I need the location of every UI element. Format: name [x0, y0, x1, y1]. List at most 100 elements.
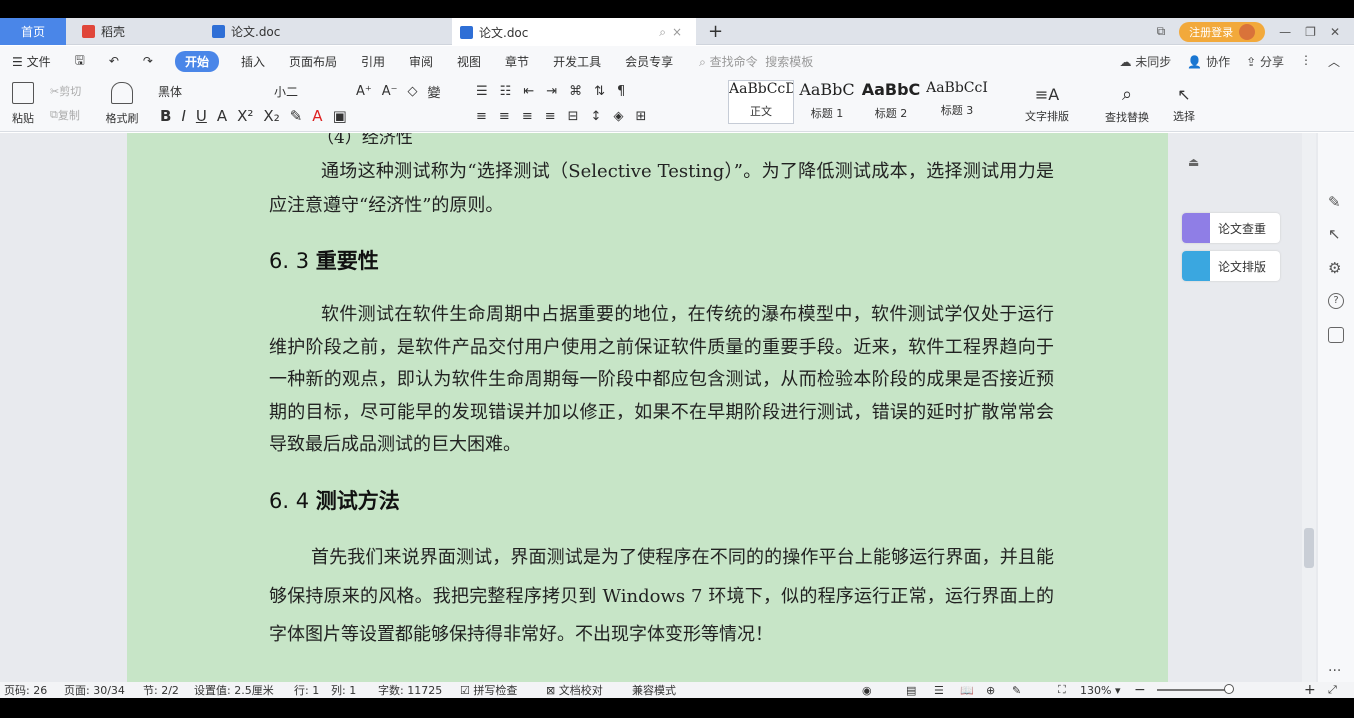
share-button[interactable]: ⇪ 分享 [1246, 53, 1284, 70]
tab-start[interactable]: 开始 [174, 50, 219, 72]
zoom-slider-track[interactable] [1157, 689, 1229, 691]
reading-view-icon[interactable]: 📖 [960, 684, 974, 697]
numbering-icon[interactable]: ☷ [500, 84, 512, 99]
style-heading-3[interactable]: AaBbCcI 标题 3 [924, 80, 990, 124]
chinese-layout-icon[interactable]: ⌘ [569, 84, 582, 99]
pointer-icon[interactable]: ↖ [1328, 225, 1344, 243]
eye-protect-icon[interactable]: ◉ [862, 684, 872, 697]
fit-page-icon[interactable]: ⛶ [1058, 683, 1066, 697]
spell-check-button[interactable]: ☑ 拼写检查 [460, 682, 517, 698]
align-left-icon[interactable]: ≡ [476, 109, 487, 124]
distribute-icon[interactable]: ⊟ [568, 109, 579, 124]
select-button[interactable]: ↖ 选择 [1164, 80, 1204, 128]
tab-daoke[interactable]: 稻壳 [74, 18, 192, 45]
text-layout-button[interactable]: ≡A 文字排版 [1016, 80, 1078, 128]
status-page[interactable]: 页面: 30/34 [64, 682, 125, 698]
bold-icon[interactable]: B [160, 107, 171, 125]
grow-font-icon[interactable]: A⁺ [356, 84, 372, 99]
sort-icon[interactable]: ⇅ [594, 84, 605, 99]
close-window-icon[interactable]: ✕ [1330, 25, 1340, 39]
subscript-icon[interactable]: X₂ [263, 107, 279, 125]
font-color-icon[interactable]: A [312, 107, 322, 125]
tab-review[interactable]: 审阅 [397, 53, 445, 70]
strikethrough-icon[interactable]: A [217, 107, 227, 125]
superscript-icon[interactable]: X² [237, 107, 253, 125]
zoom-out-button[interactable]: − [1134, 682, 1146, 698]
tab-chapter[interactable]: 章节 [493, 53, 541, 70]
new-tab-button[interactable]: + [708, 21, 723, 42]
document-page[interactable]: （4）经济性 通场这种测试称为“选择测试（Selective Testing）”… [127, 133, 1168, 682]
undo-icon[interactable]: ↶ [97, 54, 131, 68]
status-words[interactable]: 字数: 11725 [378, 682, 442, 698]
justify-icon[interactable]: ≡ [545, 109, 556, 124]
save-icon[interactable]: 🖫 [63, 51, 97, 72]
find-replace-button[interactable]: ⌕ 查找替换 [1096, 80, 1158, 128]
outline-view-icon[interactable]: ☰ [934, 684, 944, 697]
outdent-icon[interactable]: ⇤ [523, 84, 534, 99]
image-icon[interactable] [1328, 327, 1344, 343]
shading-icon[interactable]: ◈ [613, 109, 623, 124]
shrink-font-icon[interactable]: A⁻ [382, 84, 398, 99]
close-tab-icon[interactable]: × [672, 25, 688, 39]
style-heading-2[interactable]: AaBbC 标题 2 [858, 80, 924, 124]
tab-document-1[interactable]: 论文.doc [204, 18, 440, 45]
minimize-icon[interactable]: — [1279, 25, 1291, 39]
search-command-input[interactable]: ⌕ 查找命令 搜索模板 [699, 53, 813, 70]
doc-proof-button[interactable]: ⊠ 文档校对 [546, 682, 603, 698]
collapse-ribbon-icon[interactable]: ︿ [1328, 53, 1340, 70]
font-select[interactable]: 黑体 [158, 82, 268, 100]
collapse-panel-icon[interactable]: ⏏ [1188, 155, 1199, 169]
paper-check-button[interactable]: 论文查重 [1182, 213, 1280, 243]
phonetic-icon[interactable]: 變 [428, 82, 441, 101]
highlight-icon[interactable]: ✎ [290, 107, 303, 125]
menu-file[interactable]: ☰ 文件 [0, 53, 63, 70]
cut-button[interactable]: ✂ 剪切 [50, 82, 81, 100]
settings-icon[interactable]: ⚙ [1328, 259, 1344, 277]
restore-icon[interactable]: ❐ [1305, 25, 1316, 39]
fullscreen-icon[interactable]: ⤢ [1328, 683, 1337, 697]
more-options-icon[interactable]: ··· [1328, 663, 1344, 679]
style-heading-1[interactable]: AaBbC 标题 1 [794, 80, 860, 124]
collab-button[interactable]: 👤 协作 [1187, 53, 1230, 70]
font-size-select[interactable]: 小二 [274, 82, 350, 100]
zoom-slider-handle[interactable] [1224, 684, 1234, 694]
tab-home[interactable]: 首页 [0, 18, 66, 45]
redo-icon[interactable]: ↷ [131, 54, 165, 68]
page-count-icon[interactable]: ⧉ [1157, 24, 1166, 39]
copy-button[interactable]: ⧉ 复制 [50, 106, 80, 124]
web-view-icon[interactable]: ⊕ [986, 684, 995, 697]
tab-menu-icon[interactable]: ⌕ [659, 25, 672, 39]
sync-button[interactable]: ☁ 未同步 [1119, 53, 1171, 70]
tab-layout[interactable]: 页面布局 [277, 53, 349, 70]
char-border-icon[interactable]: ▣ [333, 107, 347, 125]
tab-insert[interactable]: 插入 [229, 53, 277, 70]
edit-icon[interactable]: ✎ [1328, 193, 1344, 211]
align-right-icon[interactable]: ≡ [522, 109, 533, 124]
style-normal[interactable]: AaBbCcDd 正文 [728, 80, 794, 124]
bullets-icon[interactable]: ☰ [476, 84, 488, 99]
tab-devtools[interactable]: 开发工具 [541, 53, 613, 70]
zoom-select[interactable]: 130% ▾ [1080, 684, 1120, 697]
more-icon[interactable]: ⋮ [1300, 53, 1312, 70]
page-view-icon[interactable]: ▤ [906, 684, 916, 697]
paste-button[interactable]: 粘贴 [6, 80, 40, 128]
show-marks-icon[interactable]: ¶ [617, 84, 625, 99]
paper-format-button[interactable]: 论文排版 [1182, 251, 1280, 281]
line-spacing-icon[interactable]: ↕ [591, 109, 602, 124]
underline-icon[interactable]: U [196, 107, 207, 125]
align-center-icon[interactable]: ≡ [499, 109, 510, 124]
borders-icon[interactable]: ⊞ [635, 109, 646, 124]
indent-icon[interactable]: ⇥ [546, 84, 557, 99]
pen-icon[interactable]: ✎ [1012, 684, 1021, 697]
register-login-button[interactable]: 注册登录 [1179, 21, 1266, 42]
vertical-scrollbar[interactable] [1302, 133, 1316, 682]
scrollbar-thumb[interactable] [1304, 528, 1314, 568]
italic-icon[interactable]: I [181, 107, 185, 125]
help-icon[interactable]: ? [1328, 293, 1344, 309]
zoom-in-button[interactable]: + [1304, 682, 1316, 698]
format-painter-button[interactable]: 格式刷 [104, 80, 140, 128]
tab-view[interactable]: 视图 [445, 53, 493, 70]
tab-reference[interactable]: 引用 [349, 53, 397, 70]
tab-member[interactable]: 会员专享 [613, 53, 685, 70]
clear-format-icon[interactable]: ◇ [408, 84, 418, 99]
